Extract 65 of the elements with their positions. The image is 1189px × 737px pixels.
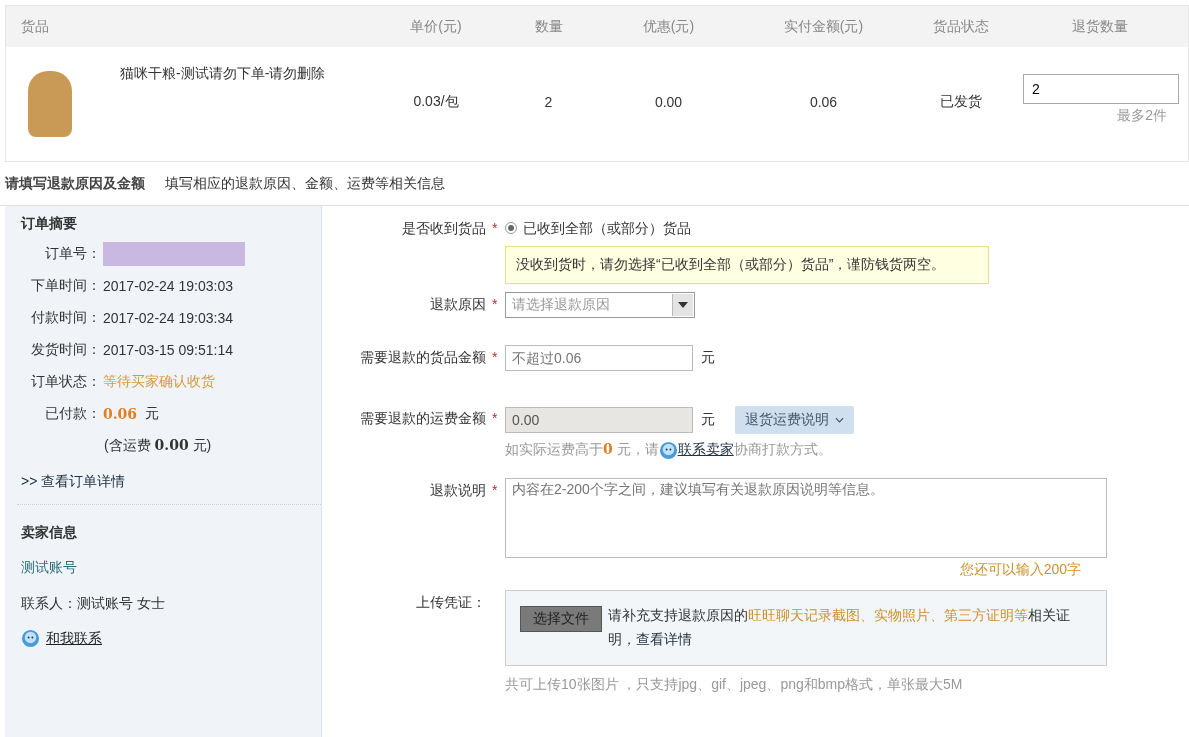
column-header: 货品状态 bbox=[932, 17, 990, 36]
radio-label[interactable]: 已收到全部（或部分）货品 bbox=[523, 216, 691, 240]
summary-label: 已付款： bbox=[44, 405, 101, 423]
summary-label: 发货时间： bbox=[30, 341, 101, 359]
description-textarea[interactable]: 内容在2-200个字之间，建议填写有关退款原因说明等信息。 bbox=[505, 478, 1107, 558]
table-cell-text: 0.03/包 bbox=[412, 93, 460, 111]
section-title: 请填写退款原因及金额 bbox=[5, 174, 145, 193]
table-cell-text: 已发货 bbox=[939, 93, 983, 111]
table-cell-text: 0.06 bbox=[808, 94, 839, 110]
freight-note: 如实际运费高于0 元，请 联系卖家协商打款方式。 bbox=[505, 438, 832, 460]
field-label: 是否收到货品 bbox=[402, 219, 486, 238]
table-cell-text: 0.00 bbox=[653, 94, 684, 110]
summary-label: 下单时间： bbox=[30, 277, 101, 295]
column-header: 优惠(元) bbox=[641, 17, 696, 36]
character-counter: 您还可以输入200字 bbox=[959, 560, 1081, 579]
upload-note: 共可上传10张图片 ，只支持jpg、gif、jpeg、png和bmp格式，单张最大5M bbox=[505, 676, 963, 694]
required-mark: * bbox=[492, 219, 499, 238]
order-number-label: 订单号： bbox=[44, 245, 101, 263]
column-header: 实付金额(元) bbox=[782, 17, 865, 36]
required-mark: * bbox=[492, 295, 499, 314]
freight-note: (含运费 0.00 元) bbox=[103, 436, 213, 455]
order-details-link[interactable]: >> 查看订单详情 bbox=[21, 472, 321, 490]
field-label: 需要退款的货品金额 bbox=[360, 348, 486, 367]
contact-me-link[interactable]: 和我联系 bbox=[46, 629, 102, 648]
column-header: 货品 bbox=[20, 17, 50, 36]
chevron-down-icon bbox=[835, 417, 844, 423]
summary-value: 2017-03-15 09:51:14 bbox=[103, 342, 233, 358]
field-label: 退款原因 bbox=[430, 295, 486, 314]
column-header: 数量 bbox=[533, 17, 564, 36]
amount-input[interactable]: 不超过0.06 bbox=[505, 345, 693, 371]
required-mark: * bbox=[492, 348, 499, 367]
required-mark: * bbox=[492, 409, 499, 428]
seller-name-link[interactable]: 测试账号 bbox=[21, 559, 321, 577]
summary-label: 订单状态： bbox=[30, 373, 101, 391]
seller-title: 卖家信息 bbox=[21, 523, 78, 541]
summary-title: 订单摘要 bbox=[21, 214, 78, 232]
contact-person: 联系人：测试账号 女士 bbox=[21, 595, 166, 613]
view-details-link[interactable]: 查看详情 bbox=[636, 631, 692, 647]
field-label: 退款说明 bbox=[430, 481, 486, 500]
chat-face-icon bbox=[658, 440, 678, 460]
summary-value: 2017-02-24 19:03:03 bbox=[103, 278, 233, 294]
summary-value: 等待买家确认收货 bbox=[103, 373, 215, 391]
field-label: 需要退款的运费金额 bbox=[360, 409, 486, 428]
quantity-hint: 最多2件 bbox=[1117, 106, 1168, 125]
upload-hint: 请补充支持退款原因的旺旺聊天记录截图、实物照片、第三方证明等相关证明，查看详情 bbox=[608, 606, 1070, 649]
product-name[interactable]: 猫咪干粮-测试请勿下单-请勿删除 bbox=[120, 65, 326, 83]
quantity-input[interactable]: 2 bbox=[1023, 73, 1179, 104]
radio-button[interactable] bbox=[505, 222, 517, 234]
section-subtitle: 填写相应的退款原因、金额、运费等相关信息 bbox=[165, 174, 445, 193]
summary-label: 付款时间： bbox=[30, 309, 101, 327]
table-cell-text: 2 bbox=[543, 94, 554, 110]
currency-unit: 元 bbox=[145, 405, 160, 423]
warning-notice: 没收到货时，请勿选择“已收到全部（或部分）货品”，谨防钱货两空。 bbox=[505, 246, 989, 284]
summary-value: 2017-02-24 19:03:34 bbox=[103, 310, 233, 326]
required-mark: * bbox=[492, 481, 499, 500]
column-header: 退货数量 bbox=[1070, 17, 1129, 36]
caret-icon bbox=[678, 302, 688, 308]
column-header: 单价(元) bbox=[409, 17, 463, 36]
paid-amount: 0.06 bbox=[103, 406, 138, 422]
choose-file-button[interactable]: 选择文件 bbox=[520, 606, 602, 632]
photo-placeholder bbox=[28, 71, 72, 137]
field-label: 上传凭证： bbox=[416, 593, 486, 612]
currency-unit: 元 bbox=[701, 349, 716, 367]
chat-face-icon bbox=[21, 629, 40, 648]
currency-unit: 元 bbox=[701, 411, 716, 429]
